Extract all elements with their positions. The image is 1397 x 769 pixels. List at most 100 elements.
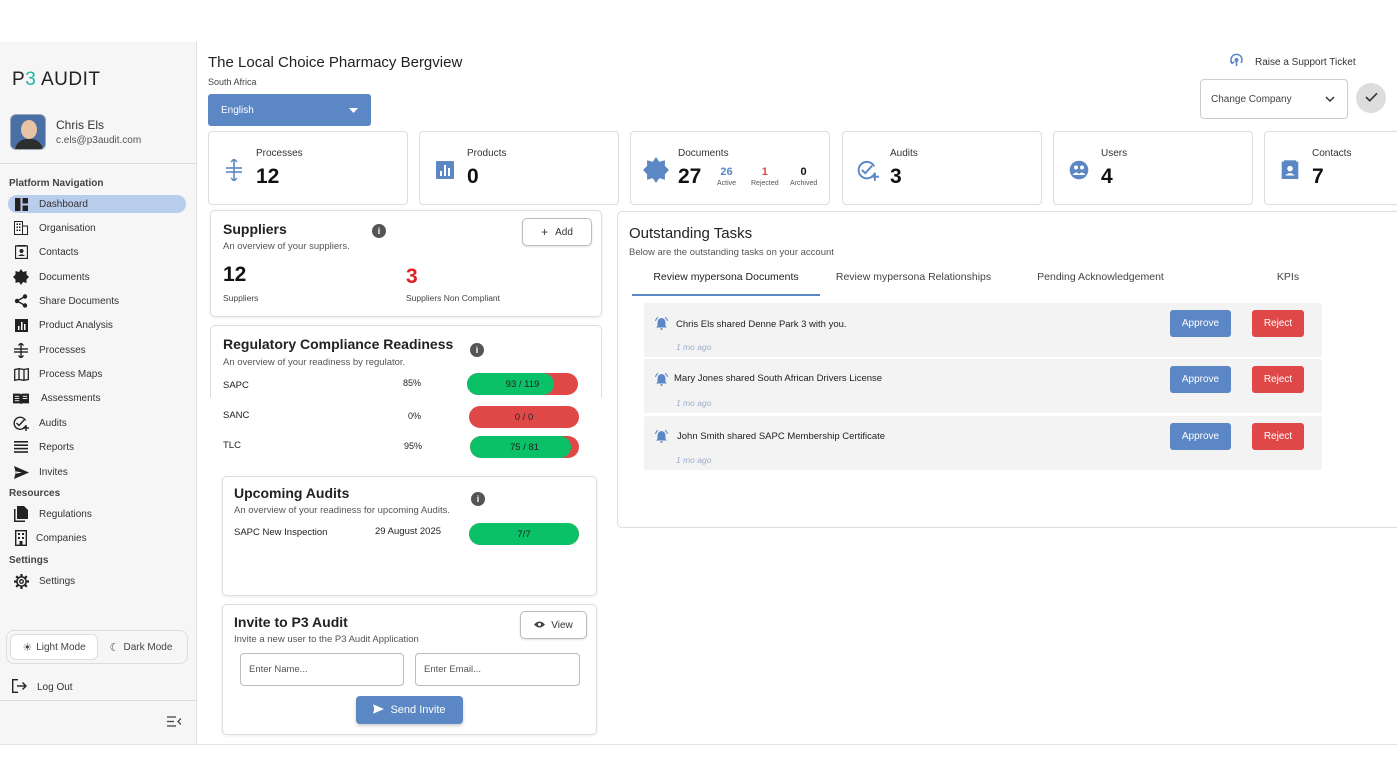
stat-label: Products [467,148,507,159]
progress-bar: 93 / 119 [467,373,578,395]
audits-icon [857,159,879,181]
approve-button[interactable]: Approve [1170,423,1231,450]
platform-nav-label: Platform Navigation [9,178,104,189]
stat-card-products[interactable]: Products 0 [419,131,619,205]
user-profile[interactable]: Chris Els c.els@p3audit.com [10,114,141,150]
gear-icon [13,573,29,589]
task-time: 1 mo ago [676,398,712,408]
send-invite-button[interactable]: Send Invite [356,696,463,724]
contacts-icon [13,244,29,260]
confirm-company-button[interactable] [1356,83,1386,113]
tab-review-relationships[interactable]: Review mypersona Relationships [825,264,1002,296]
tasks-title: Outstanding Tasks [629,225,753,242]
info-icon[interactable]: i [372,224,386,238]
sidebar-item-assessments[interactable]: Assessments [8,389,186,407]
logout-icon [11,678,27,696]
stat-card-documents[interactable]: Documents 27 26 Active 1 Rejected 0 Archive… [630,131,830,205]
invite-email-input[interactable] [415,653,580,686]
sidebar-item-companies[interactable]: Companies [8,529,186,547]
avatar [10,114,46,150]
stat-card-users[interactable]: Users 4 [1053,131,1253,205]
progress-bar: 75 / 81 [470,436,579,458]
app-logo[interactable]: P3 AUDIT [12,69,101,91]
stat-value: 4 [1101,165,1113,188]
invite-name-input[interactable] [240,653,404,686]
suppliers-count: 12 [223,263,247,286]
language-select[interactable]: English [208,94,371,126]
audits-icon [13,415,29,431]
task-item: Mary Jones shared South African Drivers … [644,359,1322,413]
sidebar-item-dashboard[interactable]: Dashboard [8,195,186,213]
sidebar-item-organisation[interactable]: Organisation [8,219,186,237]
plus-icon: + [541,225,549,239]
bell-icon [655,373,668,389]
info-icon[interactable]: i [470,343,484,357]
reject-button[interactable]: Reject [1252,310,1304,337]
contacts-icon [1279,159,1301,181]
stat-card-contacts[interactable]: Contacts 7 [1264,131,1397,205]
view-invites-button[interactable]: View [520,611,587,639]
sidebar-item-processes[interactable]: Processes [8,341,186,359]
documents-archived: 0 Archived [790,166,818,187]
reject-button[interactable]: Reject [1252,423,1304,450]
stat-value: 0 [467,165,479,188]
audit-date: 29 August 2025 [375,526,442,537]
sidebar-item-reports[interactable]: Reports [8,438,186,456]
approve-button[interactable]: Approve [1170,366,1231,393]
stat-card-audits[interactable]: Audits 3 [842,131,1042,205]
view-label: View [551,619,573,631]
sidebar-item-label: Audits [39,417,67,429]
info-icon[interactable]: i [471,492,485,506]
product-analysis-icon [13,317,29,333]
invite-subtitle: Invite a new user to the P3 Audit Applic… [234,634,419,645]
stat-value: 7 [1312,165,1324,188]
change-company-select[interactable]: Change Company [1200,79,1348,119]
light-mode-button[interactable]: ☀ Light Mode [10,634,98,660]
check-icon [1364,92,1378,105]
sun-icon: ☀ [22,641,33,654]
sidebar: P3 AUDIT Chris Els c.els@p3audit.com Pla… [0,42,197,744]
settings-section-label: Settings [9,555,49,566]
logout-label: Log Out [37,682,73,693]
collapse-sidebar-icon[interactable] [167,714,182,730]
audit-name: SAPC New Inspection [234,527,328,538]
company-title: The Local Choice Pharmacy Bergview [208,54,463,71]
stat-card-processes[interactable]: Processes 12 [208,131,408,205]
sidebar-item-label: Processes [39,344,86,356]
tab-kpis[interactable]: KPIs [1255,264,1321,296]
sidebar-item-contacts[interactable]: Contacts [8,243,186,261]
logout-button[interactable]: Log Out [11,678,73,696]
sidebar-item-product-analysis[interactable]: Product Analysis [8,316,186,334]
bell-icon [655,317,668,333]
product-analysis-icon [434,159,456,181]
user-email: c.els@p3audit.com [56,135,142,146]
light-mode-label: Light Mode [36,641,86,653]
moon-icon: ☾ [109,641,120,654]
tab-pending-acknowledgement[interactable]: Pending Acknowledgement [1018,264,1183,296]
suppliers-title: Suppliers [223,221,287,237]
dark-mode-button[interactable]: ☾ Dark Mode [98,634,184,660]
sidebar-item-invites[interactable]: Invites [8,463,186,481]
task-message: John Smith shared SAPC Membership Certif… [677,431,886,442]
task-message: Mary Jones shared South African Drivers … [674,373,883,384]
sidebar-item-label: Contacts [39,246,79,258]
chevron-down-icon [1325,94,1335,105]
sidebar-item-process-maps[interactable]: Process Maps [8,365,186,383]
add-supplier-button[interactable]: + Add [522,218,592,246]
documents-icon [13,269,29,285]
support-ticket-button[interactable]: Raise a Support Ticket [1229,53,1356,71]
sidebar-item-label: Companies [36,532,87,544]
reject-button[interactable]: Reject [1252,366,1304,393]
sidebar-item-share-documents[interactable]: Share Documents [8,292,186,310]
approve-button[interactable]: Approve [1170,310,1231,337]
task-time: 1 mo ago [676,455,712,465]
add-label: Add [555,226,573,238]
tasks-subtitle: Below are the outstanding tasks on your … [629,247,834,258]
tab-review-documents[interactable]: Review mypersona Documents [632,264,820,296]
sidebar-item-audits[interactable]: Audits [8,414,186,432]
sidebar-item-regulations[interactable]: Regulations [8,505,186,523]
sidebar-item-settings[interactable]: Settings [8,572,186,590]
divider [0,700,197,701]
sidebar-item-documents[interactable]: Documents [8,268,186,286]
reports-icon [13,439,29,455]
